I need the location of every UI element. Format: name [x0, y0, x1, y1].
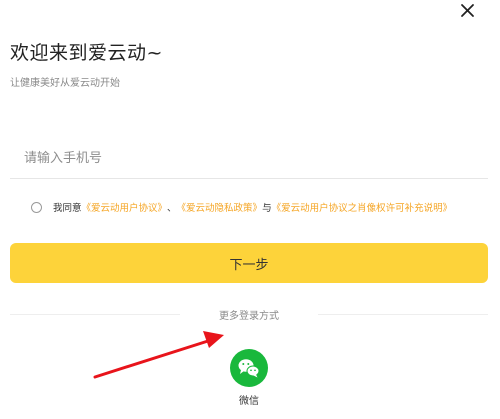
close-icon — [461, 4, 474, 17]
wechat-login-button[interactable] — [230, 349, 268, 387]
agreement-conjunction: 与 — [262, 203, 272, 214]
page-title: 欢迎来到爱云动~ — [10, 42, 163, 64]
portrait-agreement-link[interactable]: 《爱云动用户协议之肖像权许可补充说明》 — [272, 200, 453, 214]
more-login-methods-label: 更多登录方式 — [219, 311, 279, 322]
wechat-icon — [238, 359, 260, 378]
page-subtitle: 让健康美好从爱云动开始 — [10, 78, 120, 89]
agreement-separator: 、 — [167, 203, 177, 214]
next-step-button[interactable]: 下一步 — [10, 243, 488, 283]
agreement-row: 我同意 《爱云动用户协议》 、 《爱云动隐私政策》 与 《爱云动用户协议之肖像权… — [31, 199, 452, 215]
divider-left — [10, 314, 180, 315]
close-button[interactable] — [457, 0, 479, 22]
agreement-prefix: 我同意 — [53, 203, 82, 214]
divider-right — [318, 314, 488, 315]
privacy-policy-link[interactable]: 《爱云动隐私政策》 — [177, 200, 263, 214]
wechat-label: 微信 — [239, 396, 259, 407]
user-agreement-link[interactable]: 《爱云动用户协议》 — [82, 200, 168, 214]
agreement-checkbox[interactable] — [31, 201, 42, 213]
phone-number-input[interactable] — [10, 139, 488, 179]
